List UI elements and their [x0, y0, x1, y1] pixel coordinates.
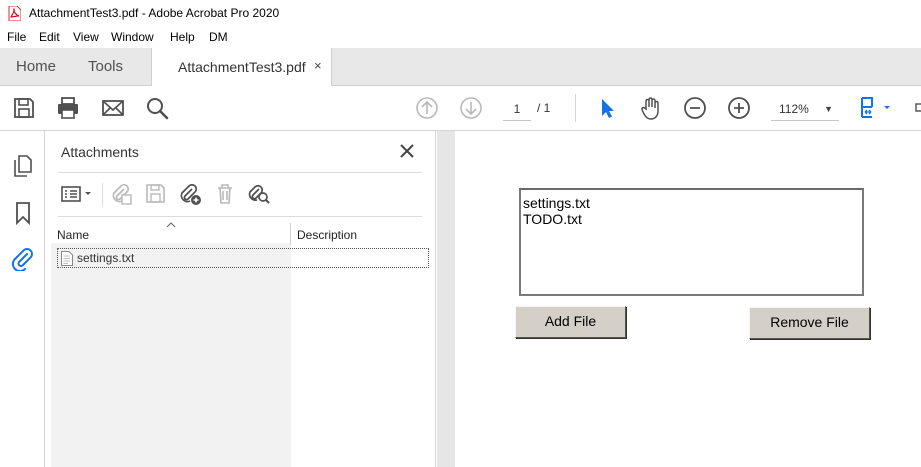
mail-icon[interactable] — [100, 95, 126, 121]
list-item[interactable]: TODO.txt — [523, 211, 860, 227]
zoom-out-icon[interactable] — [682, 95, 708, 121]
add-file-button[interactable]: Add File — [515, 306, 626, 338]
menu-view[interactable]: View — [73, 30, 99, 44]
zoom-in-icon[interactable] — [726, 95, 752, 121]
search-icon[interactable] — [144, 95, 170, 121]
page-number-input[interactable]: 1 — [503, 97, 531, 121]
panel-divider — [58, 216, 422, 217]
menu-edit[interactable]: Edit — [39, 30, 60, 44]
hand-tool-icon[interactable] — [638, 95, 664, 121]
open-attachment-icon[interactable] — [109, 181, 135, 207]
tab-home[interactable]: Home — [16, 48, 56, 86]
zoom-level-value: 112% — [779, 102, 809, 116]
panel-title: Attachments — [61, 144, 139, 160]
close-panel-icon[interactable] — [398, 142, 416, 160]
window-title: AttachmentTest3.pdf - Adobe Acrobat Pro … — [29, 6, 280, 20]
save-icon[interactable] — [11, 95, 37, 121]
chevron-down-icon: ▼ — [824, 104, 833, 114]
tab-tools[interactable]: Tools — [88, 48, 123, 86]
navigation-rail — [0, 131, 45, 467]
previous-page-icon[interactable] — [414, 95, 440, 121]
toolbar-divider — [102, 183, 103, 207]
acrobat-pdf-icon — [8, 6, 21, 21]
search-attachment-icon[interactable] — [246, 181, 272, 207]
sort-ascending-icon — [166, 222, 176, 228]
pdf-page — [455, 131, 921, 467]
table-row[interactable]: settings.txt — [57, 248, 429, 268]
page-fit-icon[interactable] — [858, 95, 896, 121]
column-header-description[interactable]: Description — [297, 228, 357, 242]
attachments-paperclip-icon[interactable] — [10, 245, 36, 273]
panel-divider — [58, 172, 422, 173]
attachments-listbox[interactable]: settings.txt TODO.txt — [519, 188, 864, 296]
menu-window[interactable]: Window — [111, 30, 154, 44]
attachments-panel: Attachments Name Description settings.tx… — [45, 131, 436, 467]
more-tools-icon[interactable] — [912, 95, 921, 121]
column-header-name[interactable]: Name — [57, 228, 89, 242]
bookmark-icon[interactable] — [10, 200, 36, 226]
toolbar-divider — [575, 94, 576, 122]
print-icon[interactable] — [55, 95, 81, 121]
text-file-icon — [61, 251, 73, 266]
menu-bar: File Edit View Window Help DM — [0, 27, 921, 48]
options-menu-icon[interactable] — [59, 181, 97, 207]
tab-document[interactable]: AttachmentTest3.pdf × — [151, 48, 332, 87]
remove-file-button[interactable]: Remove File — [749, 307, 870, 339]
page-total: / 1 — [537, 101, 551, 115]
menu-dm[interactable]: DM — [209, 30, 228, 44]
select-cursor-icon[interactable] — [594, 95, 620, 121]
next-page-icon[interactable] — [458, 95, 484, 121]
attachment-list-background — [51, 243, 291, 467]
column-divider[interactable] — [290, 223, 291, 245]
main-toolbar: 1 / 1 112% ▼ — [0, 86, 921, 131]
list-item[interactable]: settings.txt — [523, 195, 860, 211]
add-attachment-icon[interactable] — [177, 181, 203, 207]
page-thumbnails-icon[interactable] — [10, 153, 36, 179]
close-tab-icon[interactable]: × — [314, 58, 322, 73]
menu-file[interactable]: File — [7, 30, 26, 44]
tab-bar: Home Tools AttachmentTest3.pdf × — [0, 48, 921, 87]
tab-document-label: AttachmentTest3.pdf — [178, 59, 306, 75]
attachment-filename: settings.txt — [77, 251, 135, 265]
title-bar: AttachmentTest3.pdf - Adobe Acrobat Pro … — [0, 0, 921, 27]
menu-help[interactable]: Help — [170, 30, 195, 44]
zoom-level-dropdown[interactable]: 112% ▼ — [771, 97, 839, 121]
save-attachment-icon[interactable] — [143, 181, 169, 207]
delete-attachment-icon[interactable] — [212, 181, 238, 207]
